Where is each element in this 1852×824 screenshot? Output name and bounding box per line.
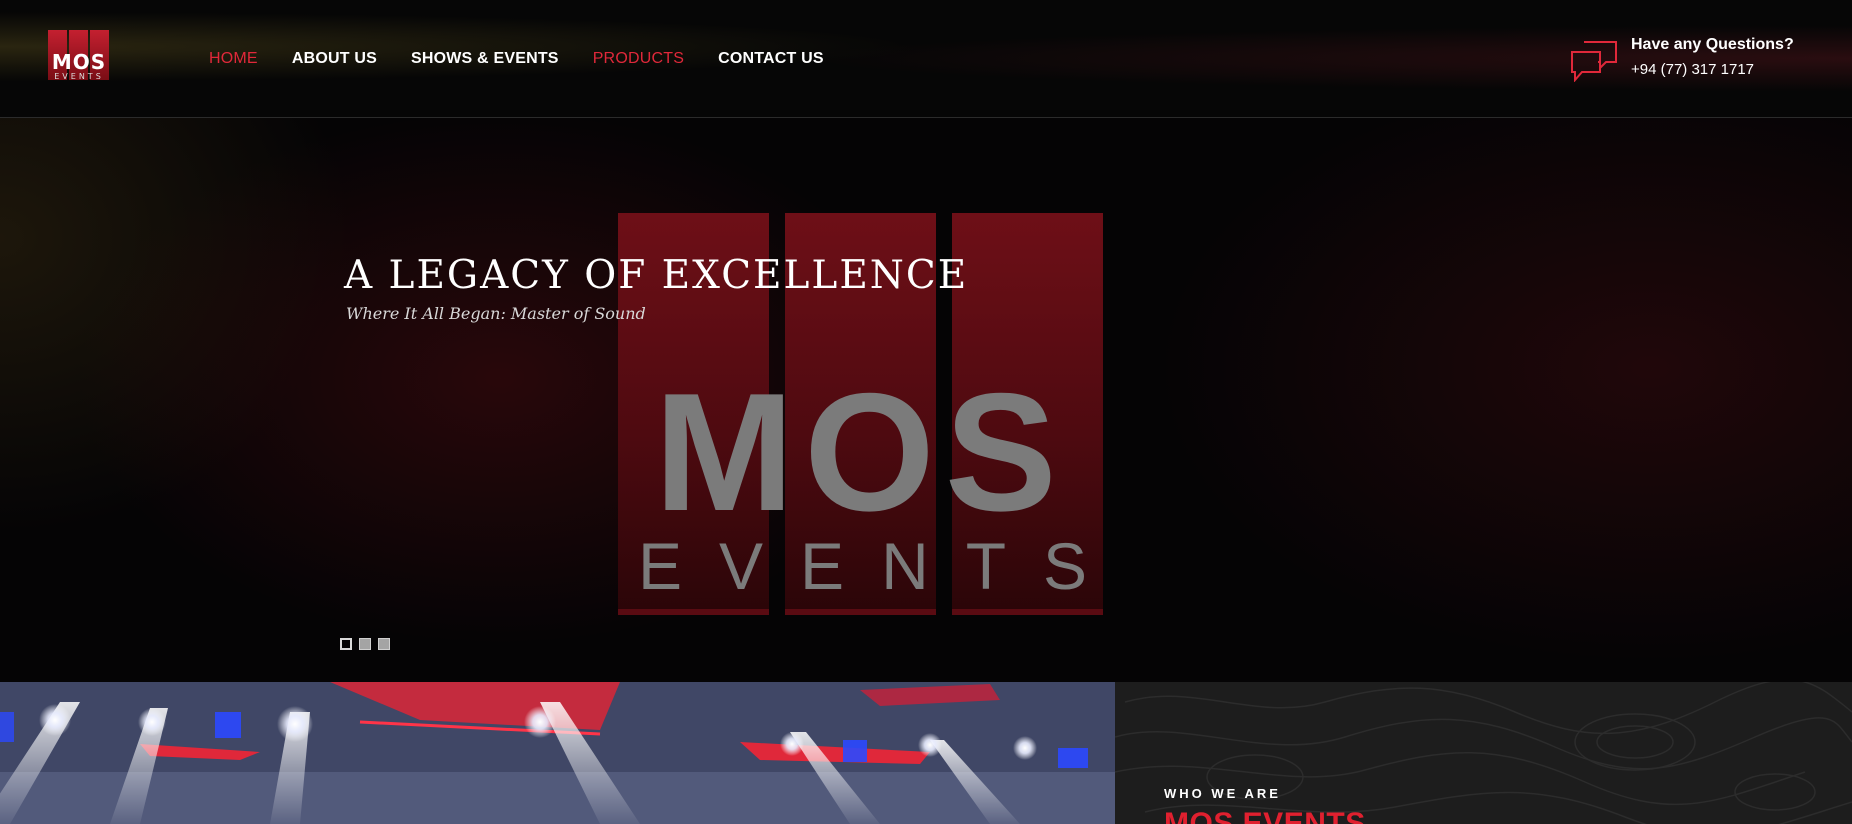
contact-question: Have any Questions? — [1631, 36, 1794, 53]
about-title: MOS EVENTS — [1164, 807, 1366, 824]
topography-pattern — [1115, 682, 1852, 824]
hero-logo-word: MOS — [654, 358, 1067, 546]
chat-bubbles-icon — [1571, 41, 1617, 82]
about-section: WHO WE ARE MOS EVENTS — [1115, 682, 1852, 824]
slider-dot-3[interactable] — [378, 638, 390, 650]
hero-slider: MOS EVENTS A LEGACY OF EXCELLENCE Where … — [0, 118, 1852, 682]
logo-subword: EVENTS — [54, 72, 104, 81]
nav-products[interactable]: PRODUCTS — [593, 50, 684, 68]
hero-title: A LEGACY OF EXCELLENCE — [344, 253, 969, 298]
header-contact[interactable]: Have any Questions? +94 (77) 317 1717 — [1570, 36, 1830, 86]
main-nav: HOME ABOUT US SHOWS & EVENTS PRODUCTS CO… — [209, 0, 858, 117]
hero-logo-subword: EVENTS — [638, 529, 1125, 603]
slider-dot-1[interactable] — [340, 638, 352, 650]
nav-about-us[interactable]: ABOUT US — [292, 50, 377, 68]
site-header: MOS EVENTS HOME ABOUT US SHOWS & EVENTS … — [0, 0, 1852, 118]
slider-pagination — [340, 638, 397, 650]
concert-stage-image — [0, 682, 1115, 824]
stage-lights-illustration — [0, 682, 1115, 824]
nav-contact-us[interactable]: CONTACT US — [718, 50, 824, 68]
hero-tagline: Where It All Began: Master of Sound — [346, 304, 646, 323]
nav-shows-events[interactable]: SHOWS & EVENTS — [411, 50, 559, 68]
slider-dot-2[interactable] — [359, 638, 371, 650]
contact-phone[interactable]: +94 (77) 317 1717 — [1631, 61, 1754, 78]
nav-home[interactable]: HOME — [209, 50, 258, 68]
site-logo[interactable]: MOS EVENTS — [48, 30, 112, 82]
logo-word: MOS — [51, 50, 107, 74]
about-eyebrow: WHO WE ARE — [1164, 786, 1281, 801]
